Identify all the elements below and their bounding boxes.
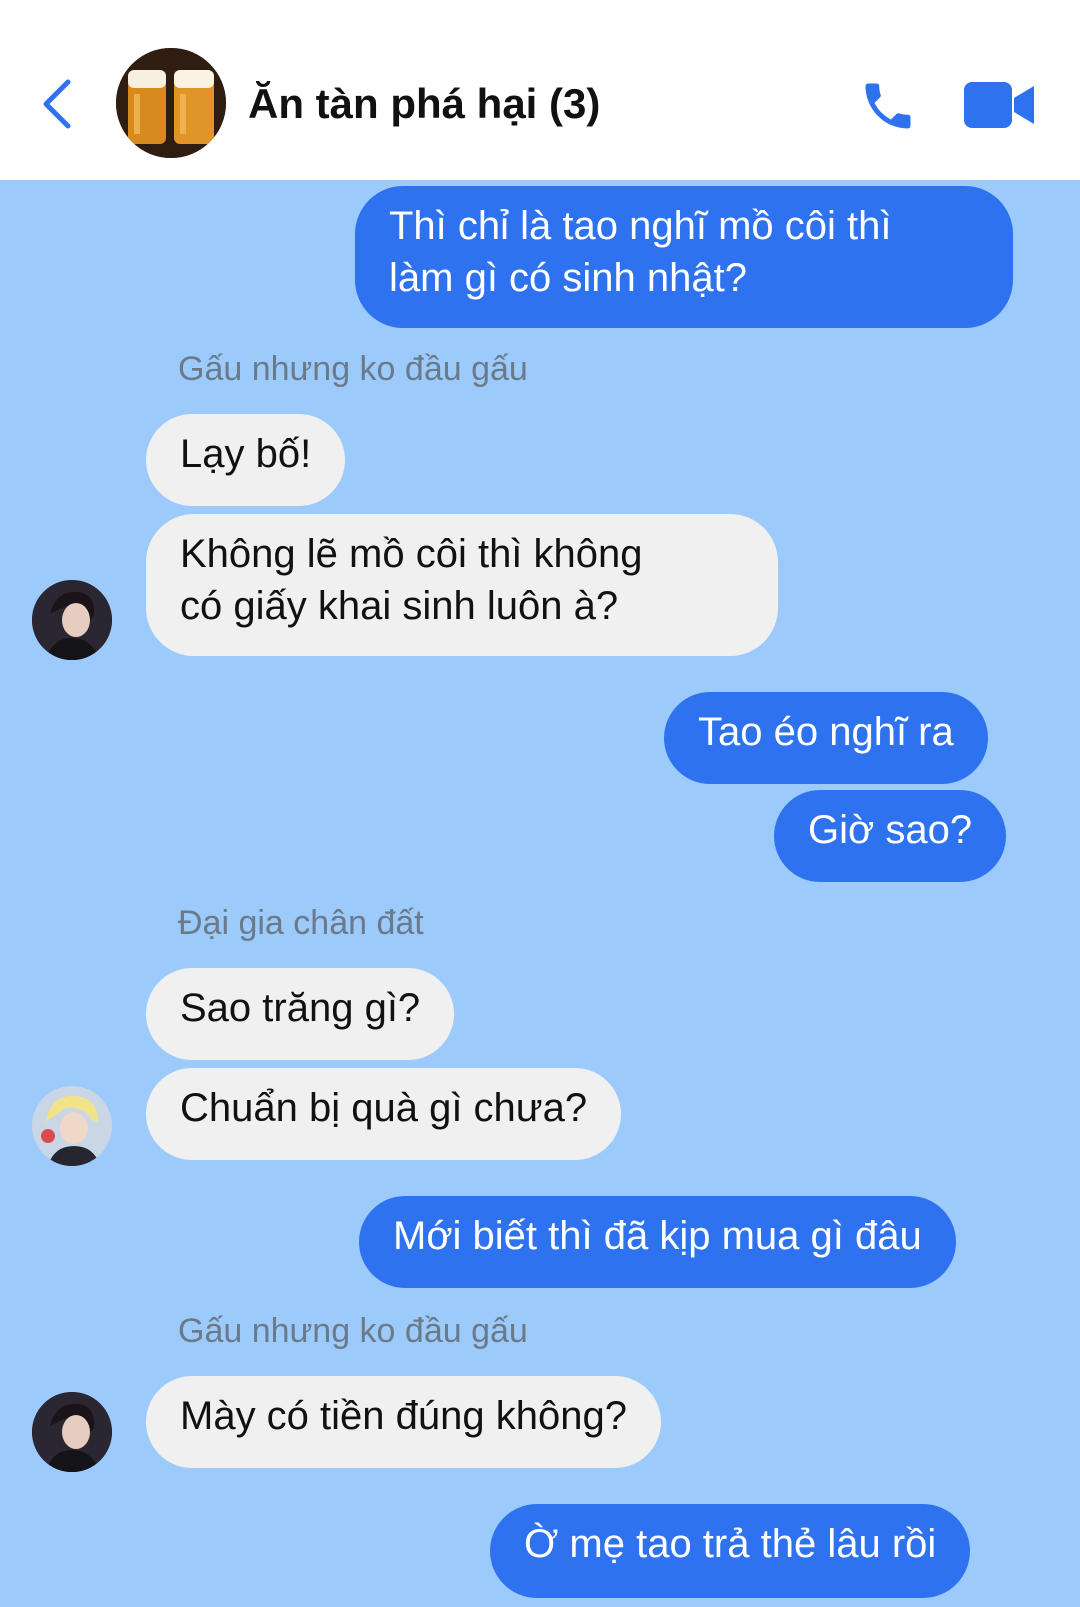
message-bubble-incoming[interactable]: Không lẽ mồ côi thì không có giấy khai s… (146, 514, 778, 656)
message-bubble-incoming[interactable]: Lạy bố! (146, 414, 346, 506)
message-text-line: làm gì có sinh nhật? (389, 256, 747, 300)
sender-name: Đại gia chân đất (178, 904, 424, 942)
message-text-line: Sao trăng gì? (180, 986, 421, 1030)
avatar[interactable] (32, 1086, 112, 1166)
message-text-line: Chuẩn bị quà gì chưa? (180, 1086, 588, 1130)
message-text-line: có giấy khai sinh luôn à? (180, 584, 619, 628)
message-bubble-outgoing[interactable]: Mới biết thì đã kịp mua gì đâu (359, 1196, 956, 1288)
avatar[interactable] (32, 580, 112, 660)
sender-name: Gấu nhưng ko đầu gấu (178, 350, 528, 388)
message-text-line: Tao éo nghĩ ra (698, 710, 954, 754)
message-text-line: Giờ sao? (808, 808, 973, 852)
group-avatar[interactable] (116, 48, 226, 158)
message-bubble-incoming[interactable]: Mày có tiền đúng không? (146, 1376, 661, 1468)
message-text-line: Mới biết thì đã kịp mua gì đâu (393, 1214, 922, 1258)
message-bubble-outgoing[interactable]: Thì chỉ là tao nghĩ mồ côi thì làm gì có… (355, 186, 1013, 328)
message-text-line: Thì chỉ là tao nghĩ mồ côi thì (389, 204, 892, 248)
chevron-left-icon[interactable] (38, 76, 78, 132)
chat-header: Ăn tàn phá hại (3) (0, 0, 1080, 180)
chat-title[interactable]: Ăn tàn phá hại (3) (248, 80, 600, 128)
message-text-line: Lạy bố! (180, 432, 312, 476)
sender-name: Gấu nhưng ko đầu gấu (178, 1312, 528, 1350)
message-bubble-outgoing[interactable]: Giờ sao? (774, 790, 1007, 882)
message-bubble-incoming[interactable]: Chuẩn bị quà gì chưa? (146, 1068, 622, 1160)
avatar[interactable] (32, 1392, 112, 1472)
message-text-line: Không lẽ mồ côi thì không (180, 532, 643, 576)
message-bubble-incoming[interactable]: Sao trăng gì? (146, 968, 455, 1060)
message-text-line: Mày có tiền đúng không? (180, 1394, 627, 1438)
video-camera-icon[interactable] (962, 80, 1036, 130)
message-bubble-outgoing[interactable]: Tao éo nghĩ ra (664, 692, 988, 784)
message-bubble-outgoing[interactable]: Ờ mẹ tao trả thẻ lâu rồi (490, 1504, 971, 1598)
phone-icon[interactable] (858, 76, 918, 136)
message-text-line: Ờ mẹ tao trả thẻ lâu rồi (524, 1522, 937, 1566)
